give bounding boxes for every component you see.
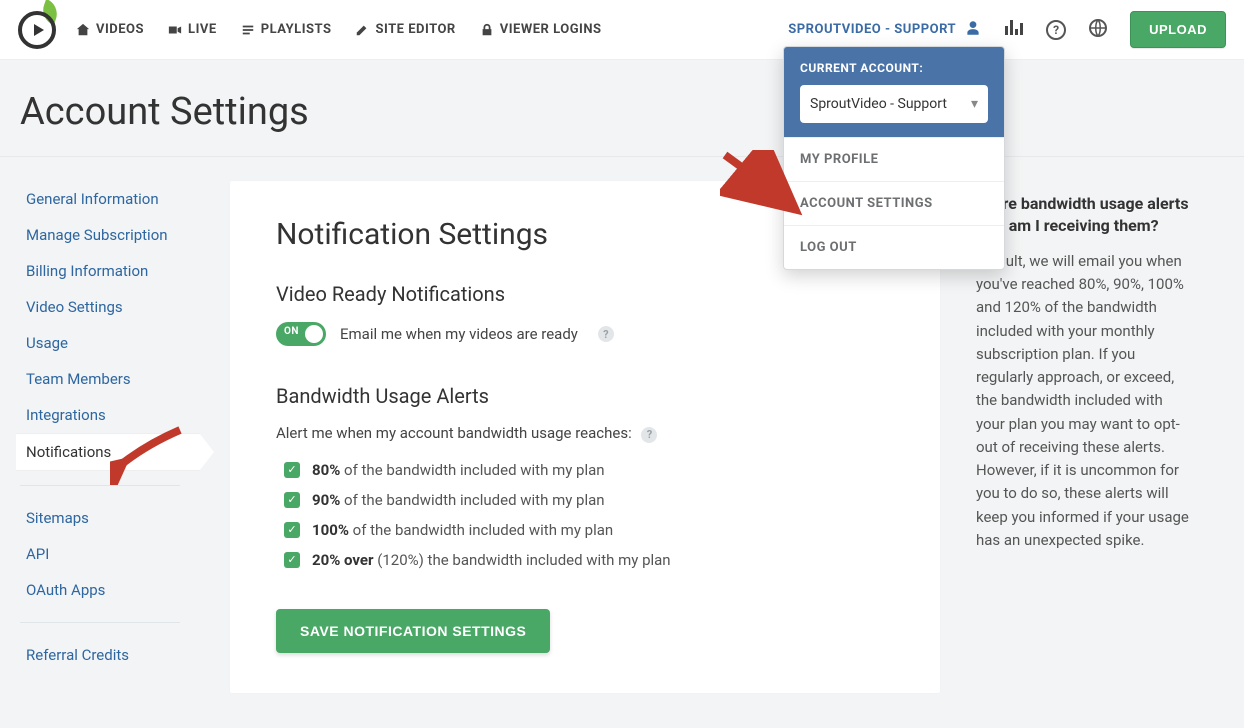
stats-icon[interactable] <box>1004 19 1024 41</box>
sidebar-item-general-information[interactable]: General Information <box>26 181 200 217</box>
help-icon[interactable]: ? <box>1046 20 1066 40</box>
dropdown-log-out[interactable]: LOG OUT <box>784 225 1004 269</box>
pencil-icon <box>355 23 369 37</box>
account-menu-trigger[interactable]: SPROUTVIDEO - SUPPORT <box>788 19 982 41</box>
top-nav: VIDEOS LIVE PLAYLISTS SITE EDITOR VIEWER… <box>0 0 1244 60</box>
nav-playlists[interactable]: PLAYLISTS <box>241 22 332 37</box>
page-title: Account Settings <box>20 90 1224 134</box>
settings-sidebar: General InformationManage SubscriptionBi… <box>0 157 200 693</box>
account-select[interactable]: SproutVideo - Support ▾ <box>800 85 988 123</box>
nav-videos[interactable]: VIDEOS <box>76 22 144 37</box>
account-dropdown: CURRENT ACCOUNT: SproutVideo - Support ▾… <box>783 46 1005 270</box>
dropdown-my-profile[interactable]: MY PROFILE <box>784 137 1004 181</box>
save-notification-settings-button[interactable]: SAVE NOTIFICATION SETTINGS <box>276 609 550 653</box>
video-ready-heading: Video Ready Notifications <box>276 282 894 306</box>
sidebar-item-billing-information[interactable]: Billing Information <box>26 253 200 289</box>
checkbox-checked-icon[interactable]: ✓ <box>284 492 300 508</box>
sidebar-item-sitemaps[interactable]: Sitemaps <box>26 500 200 536</box>
camera-icon <box>168 23 182 37</box>
sidebar-item-oauth-apps[interactable]: OAuth Apps <box>26 572 200 608</box>
lock-icon <box>480 23 494 37</box>
sidebar-item-manage-subscription[interactable]: Manage Subscription <box>26 217 200 253</box>
help-tooltip-icon[interactable]: ? <box>641 427 657 443</box>
dropdown-account-settings[interactable]: ACCOUNT SETTINGS <box>784 181 1004 225</box>
caret-down-icon: ▾ <box>971 96 978 112</box>
bandwidth-alert-row: ✓80% of the bandwidth included with my p… <box>284 455 894 485</box>
video-ready-label: Email me when my videos are ready <box>340 325 578 343</box>
nav-live[interactable]: LIVE <box>168 22 217 37</box>
nav-viewer-logins[interactable]: VIEWER LOGINS <box>480 22 602 37</box>
bandwidth-alert-row: ✓100% of the bandwidth included with my … <box>284 515 894 545</box>
bandwidth-intro: Alert me when my account bandwidth usage… <box>276 424 632 442</box>
bandwidth-heading: Bandwidth Usage Alerts <box>276 384 894 408</box>
globe-icon[interactable] <box>1088 18 1108 42</box>
checkbox-checked-icon[interactable]: ✓ <box>284 552 300 568</box>
sidebar-item-integrations[interactable]: Integrations <box>26 397 200 433</box>
upload-button[interactable]: UPLOAD <box>1130 11 1226 48</box>
sidebar-item-referral-credits[interactable]: Referral Credits <box>26 637 200 673</box>
user-icon <box>964 19 982 41</box>
nav-site-editor[interactable]: SITE EDITOR <box>355 22 455 37</box>
info-body: default, we will email you when you've r… <box>976 250 1194 552</box>
info-title: at are bandwidth usage alertswhy am I re… <box>976 193 1194 238</box>
checkbox-checked-icon[interactable]: ✓ <box>284 462 300 478</box>
home-icon <box>76 23 90 37</box>
bandwidth-alert-row: ✓20% over (120%) the bandwidth included … <box>284 545 894 575</box>
sidebar-item-usage[interactable]: Usage <box>26 325 200 361</box>
list-icon <box>241 23 255 37</box>
sidebar-item-video-settings[interactable]: Video Settings <box>26 289 200 325</box>
sidebar-item-api[interactable]: API <box>26 536 200 572</box>
video-ready-toggle[interactable]: ON <box>276 322 326 346</box>
logo[interactable] <box>18 11 56 49</box>
dropdown-header-label: CURRENT ACCOUNT: <box>800 61 988 75</box>
sidebar-item-team-members[interactable]: Team Members <box>26 361 200 397</box>
sidebar-item-notifications[interactable]: Notifications <box>16 433 200 471</box>
checkbox-checked-icon[interactable]: ✓ <box>284 522 300 538</box>
bandwidth-alert-row: ✓90% of the bandwidth included with my p… <box>284 485 894 515</box>
help-tooltip-icon[interactable]: ? <box>598 326 614 342</box>
